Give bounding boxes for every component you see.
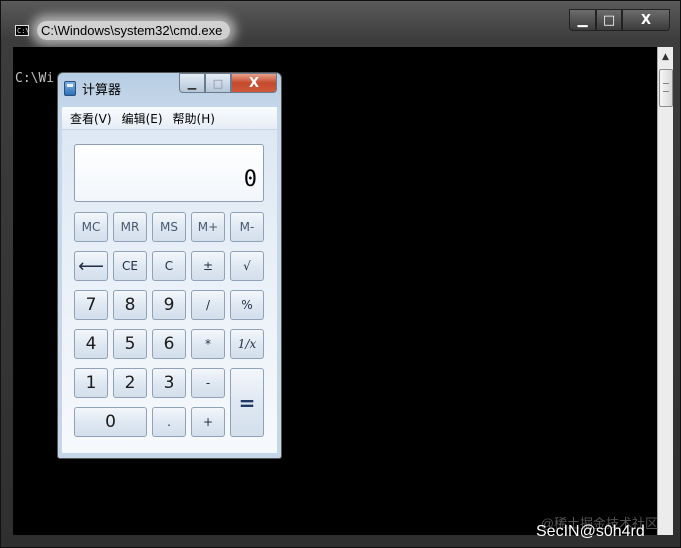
m-minus-button[interactable]: M-	[230, 212, 264, 242]
digit-8-button[interactable]: 8	[113, 290, 147, 320]
cmd-window-title: C:\Windows\system32\cmd.exe	[37, 20, 231, 40]
plus-minus-button[interactable]: ±	[191, 251, 225, 281]
calculator-menu-bar: 查看(V) 编辑(E) 帮助(H)	[62, 107, 277, 130]
digit-0-button[interactable]: 0	[74, 407, 147, 437]
cmd-maximize-button[interactable]: □	[596, 9, 622, 31]
digit-7-button[interactable]: 7	[74, 290, 108, 320]
percent-button[interactable]: %	[230, 290, 264, 320]
digit-3-button[interactable]: 3	[152, 368, 186, 398]
cmd-icon: C:\	[15, 24, 30, 36]
menu-edit[interactable]: 编辑(E)	[122, 110, 163, 127]
watermark-author: SecIN@s0h4rd	[536, 523, 645, 540]
calculator-body: 0 MC MR MS M+ M- ⟵ CE C ± √ 7 8 9 / % 4 …	[62, 130, 277, 453]
cmd-minimize-button[interactable]: ▁	[569, 9, 596, 31]
cmd-prompt-line: C:\Wi	[15, 71, 55, 86]
display-value: 0	[243, 167, 257, 192]
menu-help[interactable]: 帮助(H)	[173, 110, 215, 127]
mc-button[interactable]: MC	[74, 212, 108, 242]
digit-2-button[interactable]: 2	[113, 368, 147, 398]
reciprocal-button[interactable]: 1/x	[230, 329, 264, 359]
digit-4-button[interactable]: 4	[74, 329, 108, 359]
cmd-window-controls: ▁ □ X	[569, 9, 670, 31]
multiply-button[interactable]: *	[191, 329, 225, 359]
menu-view[interactable]: 查看(V)	[70, 110, 112, 127]
calculator-display: 0	[74, 144, 264, 202]
calculator-icon	[64, 80, 76, 96]
divide-button[interactable]: /	[191, 290, 225, 320]
scroll-up-arrow-icon[interactable]: ▲	[658, 49, 673, 65]
scrollbar-thumb[interactable]	[659, 69, 673, 107]
cmd-close-button[interactable]: X	[622, 9, 670, 31]
m-plus-button[interactable]: M+	[191, 212, 225, 242]
calculator-close-button[interactable]: X	[231, 73, 277, 93]
mr-button[interactable]: MR	[113, 212, 147, 242]
calculator-window: 计算器 ▁ □ X 查看(V) 编辑(E) 帮助(H) 0 MC MR MS M…	[57, 72, 282, 459]
digit-6-button[interactable]: 6	[152, 329, 186, 359]
decimal-button[interactable]: .	[152, 407, 186, 437]
calculator-maximize-button[interactable]: □	[205, 73, 231, 93]
backspace-button[interactable]: ⟵	[74, 251, 108, 281]
calculator-minimize-button[interactable]: ▁	[179, 73, 205, 93]
cmd-scrollbar[interactable]: ▲	[657, 47, 673, 535]
digit-5-button[interactable]: 5	[113, 329, 147, 359]
digit-9-button[interactable]: 9	[152, 290, 186, 320]
sqrt-button[interactable]: √	[230, 251, 264, 281]
calculator-window-controls: ▁ □ X	[179, 73, 277, 93]
subtract-button[interactable]: -	[191, 368, 225, 398]
equals-button[interactable]: =	[230, 368, 264, 437]
add-button[interactable]: +	[191, 407, 225, 437]
digit-1-button[interactable]: 1	[74, 368, 108, 398]
ms-button[interactable]: MS	[152, 212, 186, 242]
calculator-title-bar[interactable]: 计算器	[64, 77, 121, 99]
ce-button[interactable]: CE	[113, 251, 147, 281]
calculator-title: 计算器	[82, 82, 122, 98]
clear-button[interactable]: C	[152, 251, 186, 281]
